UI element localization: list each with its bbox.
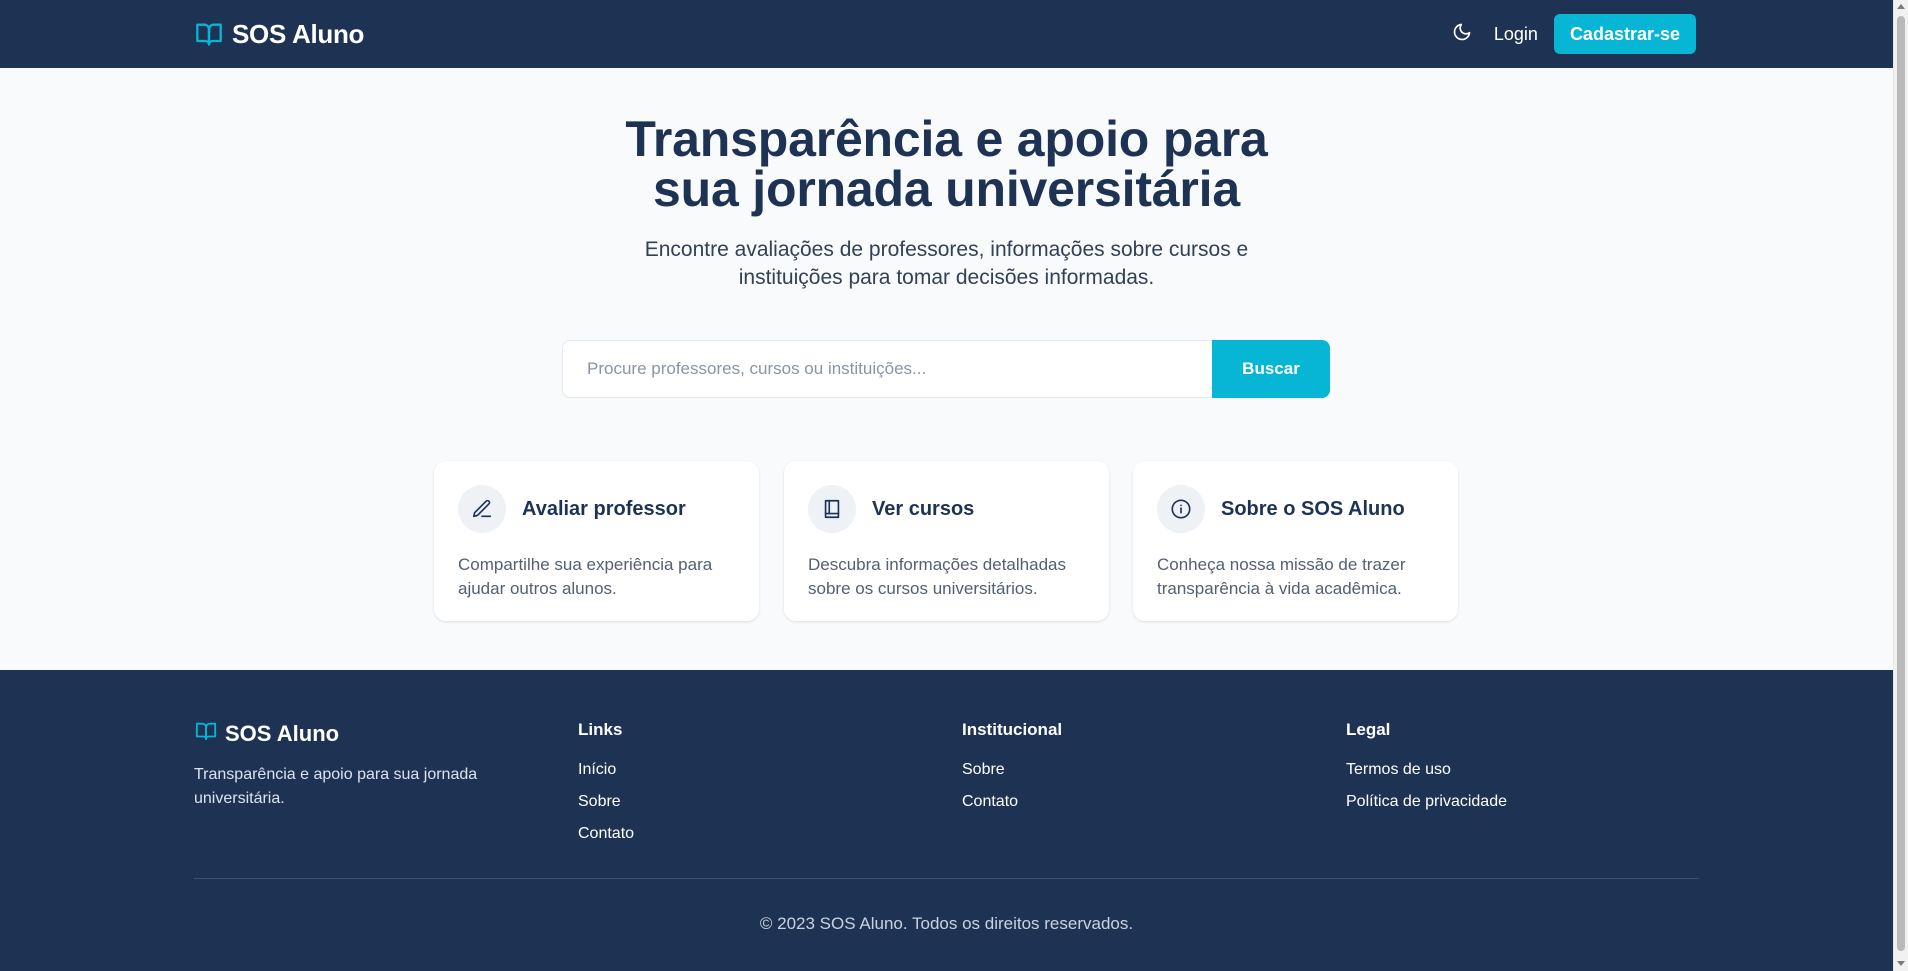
footer-link-list: Início Sobre Contato xyxy=(578,760,634,844)
footer-heading: Legal xyxy=(1346,720,1391,739)
footer-tagline: Transparência e apoio para sua jornada u… xyxy=(194,763,477,811)
page: SOS Aluno Login Cadastrar-se Transparênc… xyxy=(0,0,1893,971)
footer-link-contato[interactable]: Contato xyxy=(578,824,634,844)
search-input[interactable] xyxy=(562,340,1212,398)
card-about[interactable]: Sobre o SOS Aluno Conheça nossa missão d… xyxy=(1133,461,1458,621)
footer-link-sobre[interactable]: Sobre xyxy=(578,792,634,812)
hero-subtitle-line: instituições para tomar decisões informa… xyxy=(738,266,1155,289)
signup-button[interactable]: Cadastrar-se xyxy=(1553,14,1696,54)
card-view-courses[interactable]: Ver cursos Descubra informações detalhad… xyxy=(784,461,1109,621)
book-open-icon xyxy=(194,720,218,747)
card-header: Ver cursos xyxy=(808,485,1085,533)
footer-legal-column: Legal Termos de uso Política de privacid… xyxy=(1346,720,1507,824)
card-header: Avaliar professor xyxy=(458,485,735,533)
card-description-line: sobre os cursos universitários. xyxy=(808,579,1038,598)
footer-link-list: Sobre Contato xyxy=(962,760,1062,812)
card-description: Conheça nossa missão de trazer transparê… xyxy=(1157,553,1434,601)
footer-tagline-line: universitária. xyxy=(194,790,285,807)
card-title: Avaliar professor xyxy=(522,497,686,520)
feature-cards: Avaliar professor Compartilhe sua experi… xyxy=(434,461,1458,621)
footer-brand-name: SOS Aluno xyxy=(225,720,340,746)
footer-institutional-column: Institucional Sobre Contato xyxy=(962,720,1062,824)
header-actions: Login Cadastrar-se xyxy=(1444,14,1696,54)
card-description: Descubra informações detalhadas sobre os… xyxy=(808,553,1085,601)
search-button[interactable]: Buscar xyxy=(1212,340,1330,398)
card-header: Sobre o SOS Aluno xyxy=(1157,485,1434,533)
footer-heading: Links xyxy=(578,720,623,739)
info-icon xyxy=(1157,485,1205,533)
footer-heading: Institucional xyxy=(962,720,1063,739)
vertical-scrollbar[interactable] xyxy=(1893,0,1908,971)
theme-toggle-button[interactable] xyxy=(1444,16,1480,52)
scrollbar-thumb[interactable] xyxy=(1897,16,1905,951)
scroll-down-arrow-icon[interactable] xyxy=(1897,961,1905,966)
scroll-up-arrow-icon[interactable] xyxy=(1897,4,1905,9)
top-navbar: SOS Aluno Login Cadastrar-se xyxy=(0,0,1893,68)
card-description: Compartilhe sua experiência para ajudar … xyxy=(458,553,735,601)
footer-brand-column: SOS Aluno Transparência e apoio para sua… xyxy=(194,720,477,811)
footer-link-privacy[interactable]: Política de privacidade xyxy=(1346,792,1507,812)
site-footer: SOS Aluno Transparência e apoio para sua… xyxy=(0,670,1893,971)
moon-icon xyxy=(1452,22,1472,47)
card-title: Ver cursos xyxy=(872,497,975,520)
footer-link-sobre[interactable]: Sobre xyxy=(962,760,1062,780)
card-description-line: ajudar outros alunos. xyxy=(458,579,617,598)
card-description-line: transparência à vida acadêmica. xyxy=(1157,579,1402,598)
hero-title-line: sua jornada universitária xyxy=(653,161,1240,217)
hero-title: Transparência e apoio para sua jornada u… xyxy=(0,114,1893,214)
card-description-line: Conheça nossa missão de trazer xyxy=(1157,555,1406,574)
hero-subtitle: Encontre avaliações de professores, info… xyxy=(0,236,1893,292)
footer-copyright: © 2023 SOS Aluno. Todos os direitos rese… xyxy=(759,914,1134,933)
card-description-line: Compartilhe sua experiência para xyxy=(458,555,713,574)
footer-link-contato[interactable]: Contato xyxy=(962,792,1062,812)
brand-name: SOS Aluno xyxy=(232,18,365,49)
card-title: Sobre o SOS Aluno xyxy=(1221,497,1405,520)
brand-logo[interactable]: SOS Aluno xyxy=(194,19,364,50)
footer-link-terms[interactable]: Termos de uso xyxy=(1346,760,1507,780)
search-form: Buscar xyxy=(562,340,1330,398)
footer-link-list: Termos de uso Política de privacidade xyxy=(1346,760,1507,812)
footer-link-inicio[interactable]: Início xyxy=(578,760,634,780)
book-icon xyxy=(808,485,856,533)
footer-links-column: Links Início Sobre Contato xyxy=(578,720,634,856)
login-link[interactable]: Login xyxy=(1494,24,1538,45)
hero-title-line: Transparência e apoio para xyxy=(625,111,1268,167)
card-rate-professor[interactable]: Avaliar professor Compartilhe sua experi… xyxy=(434,461,759,621)
footer-brand[interactable]: SOS Aluno xyxy=(194,720,477,747)
hero-section: Transparência e apoio para sua jornada u… xyxy=(0,68,1893,670)
book-open-icon xyxy=(194,20,224,48)
footer-tagline-line: Transparência e apoio para sua jornada xyxy=(194,766,478,783)
footer-divider xyxy=(194,878,1699,879)
card-description-line: Descubra informações detalhadas xyxy=(808,555,1066,574)
pencil-icon xyxy=(458,485,506,533)
hero-subtitle-line: Encontre avaliações de professores, info… xyxy=(644,238,1249,261)
